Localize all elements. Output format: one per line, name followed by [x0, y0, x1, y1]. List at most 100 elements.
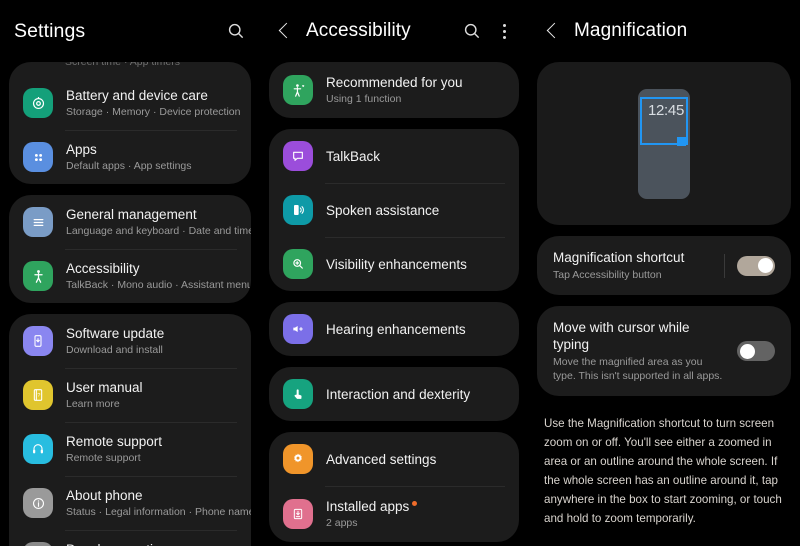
- settings-item-accessibility[interactable]: Accessibility TalkBack · Mono audio · As…: [9, 249, 251, 303]
- accessibility-panel: Accessibility Recommended for you Using …: [260, 0, 528, 546]
- accessibility-item-interaction-and-dexterity[interactable]: Interaction and dexterity: [269, 367, 519, 421]
- accessibility-scroll-list[interactable]: Recommended for you Using 1 function Tal…: [260, 62, 528, 546]
- accessibility-group-interaction: Interaction and dexterity: [269, 367, 519, 421]
- hearing-speaker-icon: [283, 314, 313, 344]
- accessibility-item-advanced-settings[interactable]: Advanced settings: [269, 432, 519, 486]
- search-icon[interactable]: [462, 21, 482, 41]
- recommended-person-icon: [283, 75, 313, 105]
- spoken-assistance-icon: [283, 195, 313, 225]
- preview-clock: 12:45: [647, 101, 685, 119]
- accessibility-person-icon: [23, 261, 53, 291]
- toggle-sub: Move the magnified area as you type. Thi…: [553, 356, 723, 382]
- code-braces-icon: [23, 542, 53, 546]
- settings-item-sub: Storage · Memory · Device protection: [66, 106, 241, 118]
- settings-group-general: General management Language and keyboard…: [9, 195, 251, 303]
- phone-mockup: 12:45: [638, 88, 690, 199]
- settings-item-sub: TalkBack · Mono audio · Assistant menu: [66, 279, 251, 291]
- settings-item-sub: Download and install: [66, 344, 163, 356]
- accessibility-item-label: Visibility enhancements: [326, 256, 467, 272]
- row-text: Hearing enhancements: [326, 321, 505, 338]
- page-title: Settings: [14, 19, 86, 42]
- accessibility-item-hearing-enhancements[interactable]: Hearing enhancements: [269, 302, 519, 356]
- zoom-resize-handle: [677, 136, 686, 146]
- row-text: Battery and device care Storage · Memory…: [66, 87, 241, 119]
- three-panel-settings-screenshot: Settings Screen time · App timers Batter…: [0, 0, 800, 546]
- clipped-row-sub: Screen time · App timers: [65, 62, 180, 68]
- sliders-icon: [23, 207, 53, 237]
- back-chevron-icon[interactable]: [542, 20, 564, 42]
- settings-header: Settings: [0, 0, 260, 62]
- magnification-preview: 12:45: [537, 62, 791, 225]
- settings-item-remote-support[interactable]: Remote support Remote support: [9, 422, 251, 476]
- magnification-shortcut-card: Magnification shortcut Tap Accessibility…: [537, 236, 791, 295]
- magnification-shortcut-row[interactable]: Magnification shortcut Tap Accessibility…: [537, 236, 791, 295]
- settings-item-sub: Status · Legal information · Phone name: [66, 506, 251, 518]
- dot: [502, 29, 506, 33]
- settings-panel: Settings Screen time · App timers Batter…: [0, 0, 260, 546]
- settings-item-label: Developer options: [66, 541, 237, 546]
- clipped-row-screen-time[interactable]: Screen time · App timers: [9, 62, 251, 76]
- move-with-cursor-toggle[interactable]: [737, 341, 775, 361]
- settings-group-clipped: Screen time · App timers Battery and dev…: [9, 62, 251, 184]
- toggle-title: Move with cursor while typing: [553, 320, 690, 352]
- row-text: Developer options Developer options: [66, 541, 237, 546]
- info-circle-icon: [23, 488, 53, 518]
- advanced-gear-icon: [283, 444, 313, 474]
- accessibility-item-talkback[interactable]: TalkBack: [269, 129, 519, 183]
- talkback-bubble-icon: [283, 141, 313, 171]
- settings-item-apps[interactable]: Apps Default apps · App settings: [9, 130, 251, 184]
- accessibility-item-recommended-for-you[interactable]: Recommended for you Using 1 function: [269, 62, 519, 118]
- settings-item-label: Battery and device care: [66, 88, 208, 103]
- settings-item-label: Remote support: [66, 434, 163, 449]
- row-text: About phone Status · Legal information ·…: [66, 487, 251, 519]
- accessibility-item-label: Recommended for you: [326, 75, 463, 90]
- row-text: Visibility enhancements: [326, 256, 505, 273]
- settings-item-developer-options[interactable]: Developer options Developer options: [9, 530, 251, 546]
- settings-scroll-list[interactable]: Screen time · App timers Battery and dev…: [0, 62, 260, 546]
- row-text: TalkBack: [326, 148, 505, 165]
- accessibility-item-label: Installed apps: [326, 499, 410, 514]
- settings-item-label: User manual: [66, 380, 143, 395]
- move-with-cursor-row[interactable]: Move with cursor while typing Move the m…: [537, 306, 791, 396]
- magnification-panel: Magnification 12:45 Magnification shortc…: [528, 0, 800, 546]
- settings-item-label: Software update: [66, 326, 165, 341]
- magnification-shortcut-toggle[interactable]: [737, 255, 775, 276]
- settings-item-user-manual[interactable]: ? User manual Learn more: [9, 368, 251, 422]
- accessibility-item-label: Spoken assistance: [326, 202, 440, 218]
- toggle-sub: Tap Accessibility button: [553, 269, 662, 281]
- search-icon[interactable]: [226, 21, 246, 41]
- accessibility-item-installed-apps[interactable]: Installed apps 2 apps: [269, 486, 519, 542]
- settings-item-label: General management: [66, 207, 197, 222]
- vertical-divider: [724, 253, 725, 278]
- row-text: Installed apps 2 apps: [326, 498, 505, 530]
- visibility-magnifier-icon: [283, 249, 313, 279]
- installed-apps-icon: [283, 499, 313, 529]
- accessibility-header: Accessibility: [260, 0, 528, 62]
- accessibility-item-visibility-enhancements[interactable]: Visibility enhancements: [269, 237, 519, 291]
- settings-item-sub: Default apps · App settings: [66, 160, 192, 172]
- accessibility-item-spoken-assistance[interactable]: Spoken assistance: [269, 183, 519, 237]
- row-text: Apps Default apps · App settings: [66, 141, 237, 173]
- help-gap: [544, 528, 784, 546]
- settings-group-support: Software update Download and install ? U…: [9, 314, 251, 546]
- row-text: General management Language and keyboard…: [66, 206, 251, 238]
- apps-grid-icon: [23, 142, 53, 172]
- settings-item-battery-and-device-care[interactable]: Battery and device care Storage · Memory…: [9, 76, 251, 130]
- row-text: Accessibility TalkBack · Mono audio · As…: [66, 260, 251, 292]
- new-badge-dot: [412, 500, 418, 506]
- accessibility-group-hearing: Hearing enhancements: [269, 302, 519, 356]
- settings-item-general-management[interactable]: General management Language and keyboard…: [9, 195, 251, 249]
- row-text: Recommended for you Using 1 function: [326, 74, 505, 106]
- settings-item-about-phone[interactable]: About phone Status · Legal information ·…: [9, 476, 251, 530]
- accessibility-group-vision: TalkBack Spoken assistance Visibility en…: [269, 129, 519, 291]
- page-title: Accessibility: [306, 20, 411, 41]
- accessibility-group-recommended: Recommended for you Using 1 function: [269, 62, 519, 118]
- toggle-knob: [757, 258, 773, 273]
- more-vertical-icon[interactable]: [494, 21, 514, 41]
- magnification-help-text: Use the Magnification shortcut to turn s…: [528, 400, 800, 546]
- page-title: Magnification: [574, 20, 688, 41]
- back-chevron-icon[interactable]: [274, 20, 296, 42]
- settings-item-software-update[interactable]: Software update Download and install: [9, 314, 251, 368]
- settings-item-label: About phone: [66, 488, 143, 503]
- toggle-title: Magnification shortcut: [553, 250, 685, 265]
